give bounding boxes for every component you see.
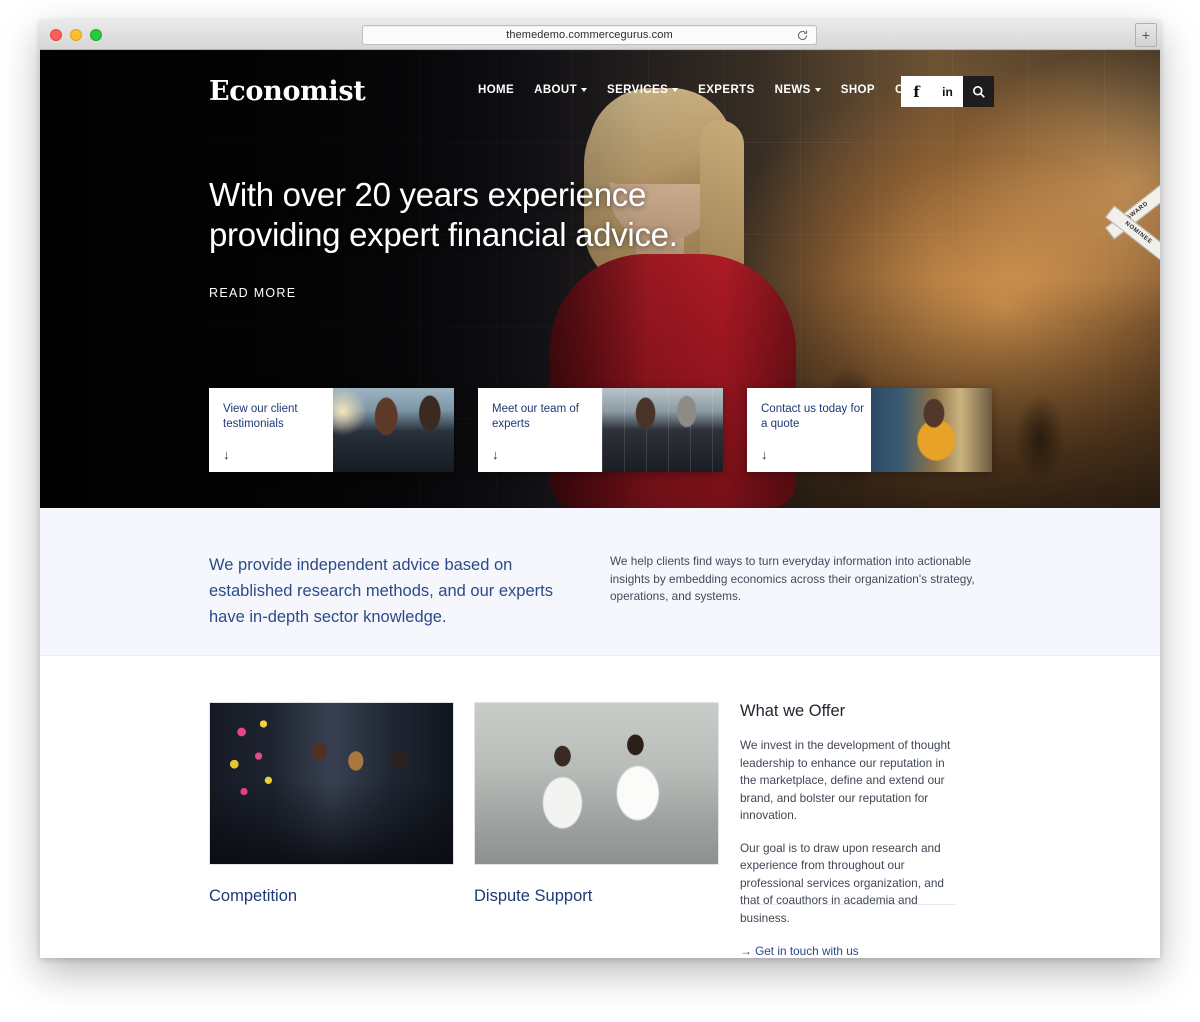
intro-lead-text: We provide independent advice based on e… <box>209 556 553 626</box>
nav-item-home[interactable]: HOME <box>478 84 514 96</box>
facebook-glyph: f <box>913 82 920 101</box>
facebook-icon[interactable]: f <box>901 76 932 107</box>
offer-card-caption[interactable]: Dispute Support <box>474 887 719 906</box>
close-window-button[interactable] <box>50 29 62 41</box>
main-navigation: HOME ABOUT SERVICES EXPERTS NEWS SHOP <box>478 84 953 96</box>
hero-text-block: With over 20 years experience providing … <box>209 175 729 302</box>
address-bar[interactable]: themedemo.commercegurus.com <box>362 25 817 45</box>
get-in-touch-link[interactable]: → Get in touch with us <box>740 944 859 957</box>
hero-card-testimonials[interactable]: View our client testimonials ↓ <box>209 388 454 472</box>
nav-label: EXPERTS <box>698 84 755 96</box>
minimize-window-button[interactable] <box>70 29 82 41</box>
arrow-down-icon: ↓ <box>223 447 230 462</box>
linkedin-glyph: in <box>942 84 953 99</box>
offer-card-photo <box>209 702 454 865</box>
arrow-down-icon: ↓ <box>492 447 499 462</box>
offer-text-block: What we Offer We invest in the developme… <box>740 702 955 957</box>
hero-card-thumbnail <box>871 388 992 472</box>
offer-card-competition[interactable]: Competition <box>209 702 454 906</box>
chevron-down-icon <box>814 88 821 92</box>
nav-item-about[interactable]: ABOUT <box>534 84 587 96</box>
offer-card-photo <box>474 702 719 865</box>
offer-paragraph-1: We invest in the development of thought … <box>740 738 951 822</box>
hero-section: AWARD NOMINEE Economist HOME ABOUT SERVI… <box>40 50 1160 508</box>
hero-card-title: Contact us today for a quote <box>761 403 864 430</box>
hero-headline: With over 20 years experience providing … <box>209 176 678 253</box>
browser-titlebar: themedemo.commercegurus.com + <box>40 20 1160 50</box>
site-logo[interactable]: Economist <box>209 76 366 107</box>
nav-item-shop[interactable]: SHOP <box>841 84 875 96</box>
nav-item-news[interactable]: NEWS <box>775 84 821 96</box>
hero-card-thumbnail <box>602 388 723 472</box>
hero-card-title: Meet our team of experts <box>492 403 579 430</box>
nav-label: ABOUT <box>534 84 577 96</box>
browser-window: themedemo.commercegurus.com + AWARD NOMI… <box>40 20 1160 958</box>
arrow-down-icon: ↓ <box>761 447 768 462</box>
page-viewport: AWARD NOMINEE Economist HOME ABOUT SERVI… <box>40 50 1160 957</box>
nav-label: SHOP <box>840 84 875 96</box>
window-controls <box>50 29 102 41</box>
nav-label: HOME <box>478 84 515 96</box>
nav-item-services[interactable]: SERVICES <box>607 84 679 96</box>
award-nominee-badge: AWARD NOMINEE <box>1102 183 1160 262</box>
nav-label: SERVICES <box>607 84 669 96</box>
hero-card-thumbnail <box>333 388 454 472</box>
offer-card-caption[interactable]: Competition <box>209 887 454 906</box>
social-links: f in <box>901 76 994 107</box>
offer-paragraph-2: Our goal is to draw upon research and ex… <box>740 840 944 925</box>
reload-icon[interactable] <box>796 29 809 42</box>
intro-body-text: We help clients find ways to turn everyd… <box>610 554 975 603</box>
new-tab-button[interactable]: + <box>1135 23 1157 47</box>
nav-label: NEWS <box>774 84 811 96</box>
maximize-window-button[interactable] <box>90 29 102 41</box>
offer-heading: What we Offer <box>740 702 846 720</box>
read-more-button[interactable]: READ MORE <box>209 286 296 300</box>
linkedin-icon[interactable]: in <box>932 76 963 107</box>
hero-card-quote[interactable]: Contact us today for a quote ↓ <box>747 388 992 472</box>
offer-section: Competition Dispute Support What we Offe… <box>40 656 1160 957</box>
hero-card-list: View our client testimonials ↓ Meet our … <box>209 388 992 472</box>
hero-card-title: View our client testimonials <box>223 403 298 430</box>
site-header: Economist HOME ABOUT SERVICES EXPERTS NE… <box>40 50 1160 128</box>
url-text: themedemo.commercegurus.com <box>506 29 673 41</box>
intro-section: We provide independent advice based on e… <box>40 508 1160 656</box>
nav-item-experts[interactable]: EXPERTS <box>698 84 754 96</box>
hero-card-experts[interactable]: Meet our team of experts ↓ <box>478 388 723 472</box>
offer-divider <box>740 904 955 905</box>
search-icon[interactable] <box>963 76 994 107</box>
offer-card-dispute-support[interactable]: Dispute Support <box>474 702 719 906</box>
chevron-down-icon <box>672 88 679 92</box>
chevron-down-icon <box>581 88 587 92</box>
